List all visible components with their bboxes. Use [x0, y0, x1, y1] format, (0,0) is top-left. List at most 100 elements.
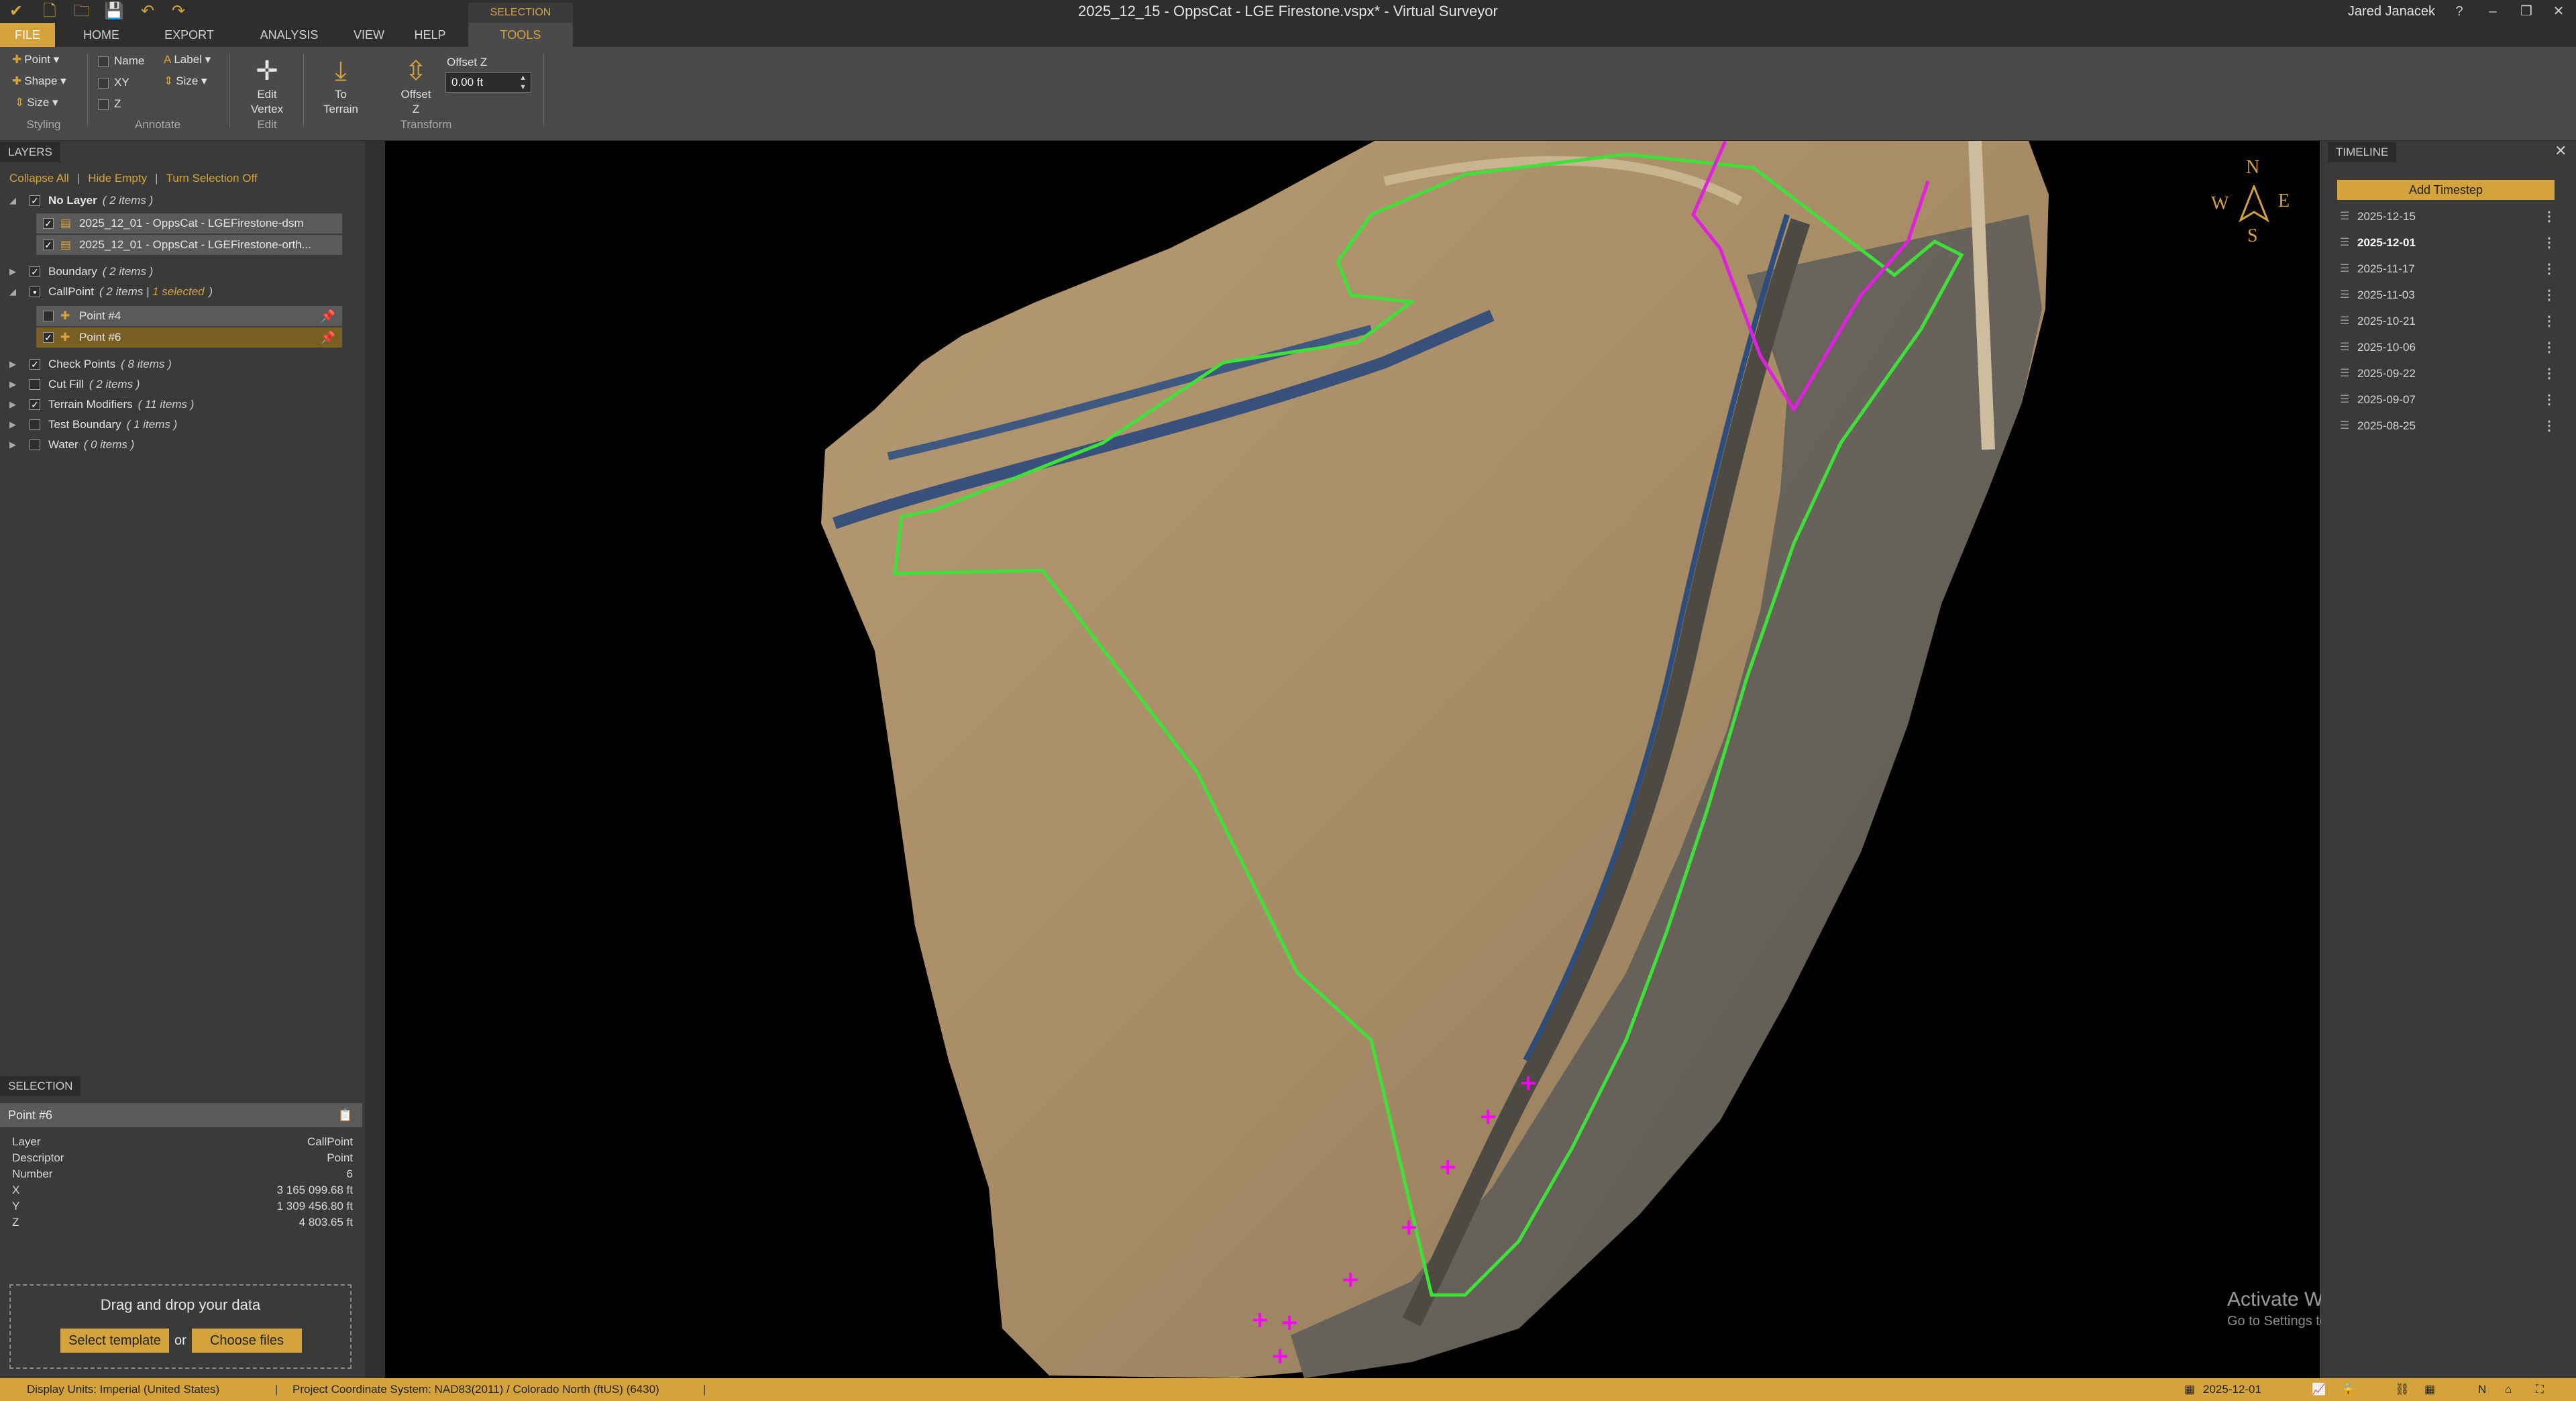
annotate-name-checkbox[interactable]: Name	[98, 52, 144, 70]
layer-checkbox[interactable]: ▪	[30, 287, 40, 297]
tab-home[interactable]: HOME	[64, 23, 138, 47]
chart-icon[interactable]: 📈	[2312, 1378, 2326, 1401]
clipboard-icon[interactable]: 📋	[338, 1103, 353, 1127]
user-name[interactable]: Jared Janacek	[2348, 1, 2435, 21]
shape-style-button[interactable]: ✚ Shape ▾	[12, 72, 66, 90]
label-button[interactable]: A Label ▾	[164, 51, 211, 68]
choose-files-button[interactable]: Choose files	[192, 1329, 302, 1353]
expand-arrow-icon[interactable]: ▶	[9, 415, 16, 435]
layer-no-layer[interactable]: ◢ ✓ No Layer( 2 items )	[0, 191, 342, 211]
more-options-icon[interactable]: ⋮	[2542, 362, 2556, 386]
offset-z-input[interactable]: 0.00 ft ▲ ▼	[445, 72, 531, 93]
north-icon[interactable]: N	[2478, 1378, 2486, 1401]
layer-checkbox[interactable]: ✓	[30, 266, 40, 277]
fullscreen-icon[interactable]: ⛶	[2536, 1378, 2544, 1401]
pin-icon[interactable]: 📌	[321, 327, 335, 348]
tab-file[interactable]: FILE	[0, 23, 55, 47]
more-options-icon[interactable]: ⋮	[2542, 231, 2556, 255]
layer-cut-fill[interactable]: ▶ Cut Fill( 2 items )	[0, 374, 342, 395]
hide-empty-link[interactable]: Hide Empty	[88, 172, 147, 185]
layer-checkbox[interactable]: ✓	[30, 195, 40, 206]
turn-selection-off-link[interactable]: Turn Selection Off	[166, 172, 258, 185]
expand-arrow-icon[interactable]: ▶	[9, 374, 16, 395]
map-viewport[interactable]: + + + + + + + +	[365, 141, 2320, 1378]
more-options-icon[interactable]: ⋮	[2542, 335, 2556, 360]
status-date[interactable]: 2025-12-01	[2203, 1378, 2261, 1401]
timestep-item[interactable]: ☰ 2025-09-22 ⋮	[2337, 362, 2556, 386]
add-timestep-button[interactable]: Add Timestep	[2337, 180, 2555, 200]
offset-z-button[interactable]: ⇳ Offset Z	[389, 55, 443, 117]
annotate-xy-checkbox[interactable]: XY	[98, 74, 129, 91]
check-point-marker[interactable]: +	[1271, 1343, 1290, 1369]
close-timeline-icon[interactable]: ✕	[2555, 142, 2567, 160]
tab-view[interactable]: VIEW	[335, 23, 402, 47]
layer-item-ortho[interactable]: ✓ ▤ 2025_12_01 - OppsCat - LGEFirestone-o…	[36, 235, 342, 255]
orthomosaic-map[interactable]: + + + + + + + +	[365, 141, 2320, 1378]
layer-item-point-6[interactable]: ✓ ✚ Point #6 📌	[36, 327, 342, 348]
layer-water[interactable]: ▶ Water( 0 items )	[0, 435, 342, 455]
network-icon[interactable]: ⛓	[2395, 1378, 2410, 1401]
more-options-icon[interactable]: ⋮	[2542, 309, 2556, 333]
tab-tools[interactable]: TOOLS	[468, 23, 573, 47]
layer-item-point-4[interactable]: ✚ Point #4 📌	[36, 306, 342, 326]
layer-checkbox[interactable]: ✓	[43, 240, 54, 250]
tab-export[interactable]: EXPORT	[148, 23, 231, 47]
tab-help[interactable]: HELP	[400, 23, 460, 47]
to-terrain-button[interactable]: ⤓ To Terrain	[314, 55, 368, 117]
label-size-button[interactable]: ⇕ Size ▾	[164, 72, 207, 90]
layer-checkbox[interactable]	[30, 379, 40, 390]
close-button[interactable]: ✕	[2542, 0, 2575, 23]
expand-arrow-icon[interactable]: ▶	[9, 354, 16, 374]
layer-terrain-modifiers[interactable]: ▶ ✓ Terrain Modifiers( 11 items )	[0, 395, 342, 415]
expand-arrow-icon[interactable]: ▶	[9, 395, 16, 415]
layer-item-dsm[interactable]: ✓ ▤ 2025_12_01 - OppsCat - LGEFirestone-d…	[36, 213, 342, 234]
timestep-item[interactable]: ☰ 2025-09-07 ⋮	[2337, 388, 2556, 412]
grid-icon[interactable]: ▦	[2424, 1378, 2435, 1401]
more-options-icon[interactable]: ⋮	[2542, 205, 2556, 229]
check-point-marker[interactable]: +	[1280, 1309, 1299, 1336]
layer-test-boundary[interactable]: ▶ Test Boundary( 1 items )	[0, 415, 342, 435]
select-template-button[interactable]: Select template	[60, 1329, 169, 1353]
tab-analysis[interactable]: ANALYSIS	[239, 23, 339, 47]
timestep-item-active[interactable]: ☰ 2025-12-01 ⋮	[2337, 231, 2556, 255]
minimize-button[interactable]: –	[2477, 0, 2509, 23]
layer-checkbox[interactable]: ✓	[43, 218, 54, 229]
layer-checkbox[interactable]: ✓	[43, 332, 54, 343]
more-options-icon[interactable]: ⋮	[2542, 283, 2556, 307]
timestep-item[interactable]: ☰ 2025-11-03 ⋮	[2337, 283, 2556, 307]
help-icon[interactable]: ?	[2443, 0, 2475, 23]
collapse-all-link[interactable]: Collapse All	[9, 172, 69, 185]
layer-boundary[interactable]: ▶ ✓ Boundary( 2 items )	[0, 262, 342, 282]
expand-arrow-icon[interactable]: ◢	[9, 282, 16, 302]
check-point-marker[interactable]: +	[1438, 1153, 1458, 1180]
coordinate-system[interactable]: Project Coordinate System: NAD83(2011) /…	[292, 1378, 659, 1401]
more-options-icon[interactable]: ⋮	[2542, 414, 2556, 438]
layer-checkbox[interactable]: ✓	[30, 359, 40, 370]
more-options-icon[interactable]: ⋮	[2542, 257, 2556, 281]
timestep-item[interactable]: ☰ 2025-10-06 ⋮	[2337, 335, 2556, 360]
layer-checkbox[interactable]	[43, 311, 54, 321]
tab-selection[interactable]: SELECTION	[0, 1076, 81, 1096]
spinner-icon[interactable]: ▲ ▼	[519, 73, 527, 92]
point-style-button[interactable]: ✚ Point ▾	[12, 51, 59, 68]
layer-checkbox[interactable]	[30, 419, 40, 430]
expand-arrow-icon[interactable]: ▶	[9, 435, 16, 455]
pin-icon[interactable]: 📌	[321, 306, 335, 326]
timestep-item[interactable]: ☰ 2025-12-15 ⋮	[2337, 205, 2556, 229]
timestep-item[interactable]: ☰ 2025-11-17 ⋮	[2337, 257, 2556, 281]
timestep-item[interactable]: ☰ 2025-08-25 ⋮	[2337, 414, 2556, 438]
restore-button[interactable]: ❐	[2510, 0, 2542, 23]
check-point-marker[interactable]: +	[1519, 1070, 1538, 1096]
check-point-marker[interactable]: +	[1341, 1266, 1360, 1293]
tab-layers[interactable]: LAYERS	[0, 142, 60, 162]
expand-arrow-icon[interactable]: ◢	[9, 191, 16, 211]
layer-checkbox[interactable]	[30, 439, 40, 450]
size-style-button[interactable]: ⇕ Size ▾	[15, 94, 58, 111]
layer-callpoint[interactable]: ◢ ▪ CallPoint( 2 items | 1 selected )	[0, 282, 342, 302]
edit-vertex-button[interactable]: ✛ Edit Vertex	[240, 55, 294, 117]
compass[interactable]: N S E W	[2211, 157, 2297, 247]
home-icon[interactable]: ⌂	[2505, 1378, 2512, 1401]
annotate-z-checkbox[interactable]: Z	[98, 95, 121, 113]
layer-check-points[interactable]: ▶ ✓ Check Points( 8 items )	[0, 354, 342, 374]
check-point-marker[interactable]: +	[1479, 1103, 1498, 1130]
